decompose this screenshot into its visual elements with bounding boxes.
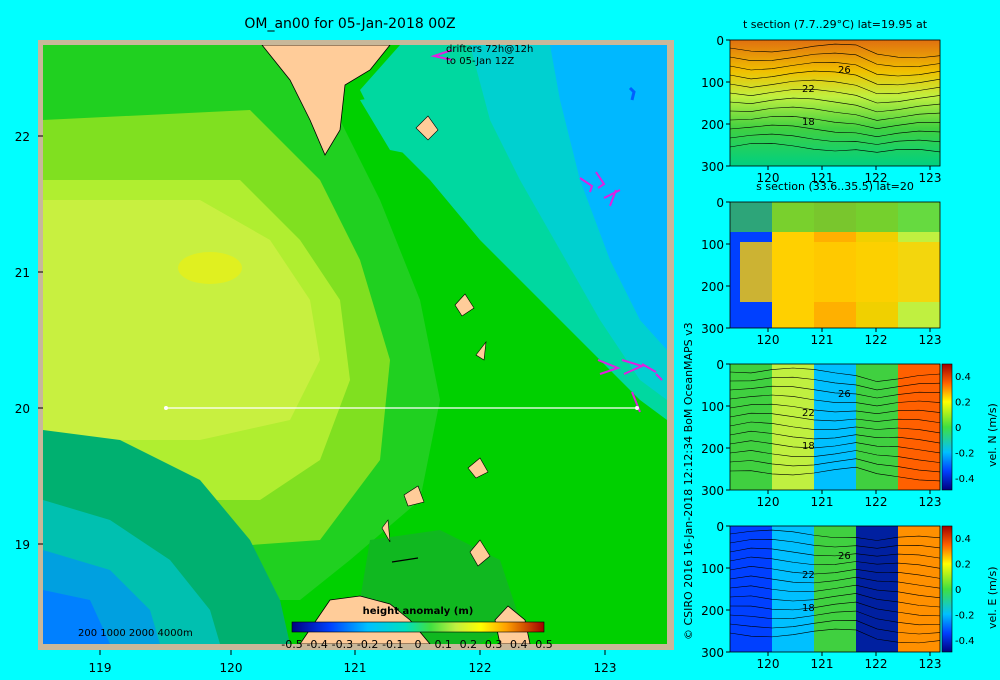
figure: OM_an00 for 05-Jan-2018 00Z drifters 72h… bbox=[15, 16, 999, 675]
colorbar-tick-label: -0.2 bbox=[357, 638, 378, 651]
lon-tick-label: 123 bbox=[919, 333, 942, 347]
contour-label: 22 bbox=[802, 408, 815, 419]
lon-tick-label: 123 bbox=[919, 171, 942, 185]
colorbar-title: height anomaly (m) bbox=[363, 606, 474, 617]
depth-tick-label: 0 bbox=[716, 34, 724, 48]
colorbar-tick-label: 0.3 bbox=[485, 638, 503, 651]
colorbar-tick-label: 0.4 bbox=[510, 638, 528, 651]
colorbar-tick-label: 0.2 bbox=[460, 638, 478, 651]
colorbar-tick-label: -0.4 bbox=[306, 638, 327, 651]
lon-tick-label: 121 bbox=[811, 657, 834, 671]
velocity-colorbar bbox=[941, 363, 953, 491]
section-panel-1: 26 22 18 t section (7.7..29°C) lat=19.95 at… bbox=[701, 18, 941, 185]
lon-tick-label: 123 bbox=[919, 495, 942, 509]
velocity-tick-label: 0 bbox=[955, 423, 961, 434]
depth-tick-label: 300 bbox=[701, 484, 724, 498]
colorbar-tick-label: -0.5 bbox=[281, 638, 302, 651]
depth-tick-label: 200 bbox=[701, 280, 724, 294]
velocity-tick-label: 0.4 bbox=[955, 372, 971, 383]
contour-label: 26 bbox=[838, 551, 851, 562]
lon-tick-label: 121 bbox=[344, 661, 367, 675]
lon-tick-label: 120 bbox=[757, 495, 780, 509]
contour-label: 22 bbox=[802, 84, 815, 95]
lon-tick-label: 122 bbox=[865, 657, 888, 671]
lon-tick-label: 120 bbox=[220, 661, 243, 675]
velocity-tick-label: -0.2 bbox=[955, 611, 975, 622]
lon-tick-label: 120 bbox=[757, 657, 780, 671]
depth-tick-label: 300 bbox=[701, 322, 724, 336]
section-panel-3: 26 22 18 0 100 200 300 120 121 122 123 0.4 0.2 0 -0.2 -… bbox=[701, 358, 999, 509]
map-panel: drifters 72h@12h to 05-Jan 12Z 200 1000 … bbox=[15, 40, 674, 675]
lat-tick-label: 19 bbox=[15, 538, 30, 552]
depth-tick-label: 100 bbox=[701, 76, 724, 90]
depth-tick-label: 300 bbox=[701, 646, 724, 660]
section-panels: 26 22 18 t section (7.7..29°C) lat=19.95 at… bbox=[701, 18, 999, 671]
section-title: s section (33.6..35.5) lat=20 bbox=[756, 180, 914, 193]
map-title: OM_an00 for 05-Jan-2018 00Z bbox=[244, 16, 455, 32]
depth-tick-label: 200 bbox=[701, 604, 724, 618]
depth-tick-label: 100 bbox=[701, 400, 724, 414]
velocity-colorbar bbox=[941, 525, 953, 653]
contour-label: 22 bbox=[802, 570, 815, 581]
height-anomaly-field bbox=[43, 45, 667, 644]
velocity-tick-label: 0.2 bbox=[955, 560, 971, 571]
colorbar-tick-label: 0 bbox=[415, 638, 422, 651]
contour-label: 18 bbox=[802, 603, 815, 614]
depth-tick-label: 200 bbox=[701, 118, 724, 132]
lon-tick-label: 122 bbox=[865, 333, 888, 347]
depth-tick-label: 0 bbox=[716, 358, 724, 372]
lon-tick-label: 123 bbox=[919, 657, 942, 671]
velocity-tick-label: -0.2 bbox=[955, 449, 975, 460]
colorbar-tick-label: 0.5 bbox=[535, 638, 553, 651]
contour-label: 26 bbox=[838, 389, 851, 400]
section-panel-4: 26 22 18 0 100 200 300 120 121 122 123 0.4 0.2 0 -0.2 -… bbox=[701, 520, 999, 671]
colorbar-ticks: -0.5 -0.4 -0.3 -0.2 -0.1 0 0.1 0.2 0.3 0.4 0.5 bbox=[281, 638, 552, 651]
lon-tick-label: 120 bbox=[757, 333, 780, 347]
lat-tick-label: 20 bbox=[15, 402, 30, 416]
colorbar-tick-label: -0.1 bbox=[382, 638, 403, 651]
velocity-axis-label: vel. N (m/s) bbox=[986, 403, 999, 467]
colorbar bbox=[291, 621, 545, 633]
contour-label: 18 bbox=[802, 441, 815, 452]
credit-text: © CSIRO 2016 16-Jan-2018 12:12:34 BoM Oc… bbox=[682, 322, 695, 640]
velocity-axis-label: vel. E (m/s) bbox=[986, 566, 999, 629]
lon-tick-label: 123 bbox=[594, 661, 617, 675]
lat-tick-label: 22 bbox=[15, 130, 30, 144]
contour-label: 26 bbox=[838, 65, 851, 76]
depth-tick-label: 0 bbox=[716, 196, 724, 210]
lon-tick-label: 121 bbox=[811, 495, 834, 509]
section-panel-2: s section (33.6..35.5) lat=20 0 100 200 300 1… bbox=[701, 180, 941, 347]
section-title: t section (7.7..29°C) lat=19.95 at bbox=[743, 18, 928, 31]
contour-label: 18 bbox=[802, 117, 815, 128]
drifter-legend-line2: to 05-Jan 12Z bbox=[446, 56, 514, 67]
colorbar-tick-label: 0.1 bbox=[434, 638, 452, 651]
lon-tick-label: 122 bbox=[469, 661, 492, 675]
lon-tick-label: 121 bbox=[811, 333, 834, 347]
velocity-tick-label: 0 bbox=[955, 585, 961, 596]
drifter-legend-line1: drifters 72h@12h bbox=[446, 44, 533, 55]
lat-tick-label: 21 bbox=[15, 266, 30, 280]
velocity-tick-label: -0.4 bbox=[955, 474, 975, 485]
depth-legend: 200 1000 2000 4000m bbox=[78, 628, 193, 639]
depth-tick-label: 0 bbox=[716, 520, 724, 534]
velocity-tick-label: -0.4 bbox=[955, 636, 975, 647]
depth-tick-label: 100 bbox=[701, 238, 724, 252]
velocity-tick-label: 0.4 bbox=[955, 534, 971, 545]
lon-tick-label: 119 bbox=[89, 661, 112, 675]
colorbar-tick-label: -0.3 bbox=[332, 638, 353, 651]
velocity-tick-label: 0.2 bbox=[955, 398, 971, 409]
lon-tick-label: 122 bbox=[865, 495, 888, 509]
depth-tick-label: 100 bbox=[701, 562, 724, 576]
depth-tick-label: 200 bbox=[701, 442, 724, 456]
depth-tick-label: 300 bbox=[701, 160, 724, 174]
lon-ticks: 119 120 121 122 123 bbox=[89, 650, 617, 675]
